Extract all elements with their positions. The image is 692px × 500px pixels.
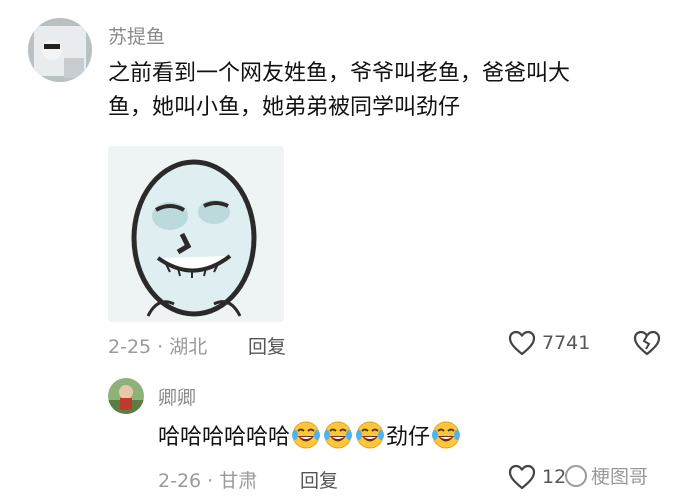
reply-like-count: 12 — [542, 466, 567, 488]
broken-heart-icon — [633, 330, 661, 356]
laughing-crying-emoji-icon — [291, 420, 321, 461]
comment-text: 之前看到一个网友姓鱼，爷爷叫老鱼，爸爸叫大 鱼，她叫小鱼，她弟弟被同学叫劲仔 — [108, 57, 668, 125]
comment-dislike-button[interactable] — [633, 330, 661, 360]
laughing-crying-emoji-icon — [431, 420, 461, 461]
reply-reply-button[interactable]: 回复 — [300, 466, 338, 493]
reply-text-prefix: 哈哈哈哈哈哈 — [158, 425, 291, 450]
reply-date-location: 2-26 · 甘肃 — [158, 470, 258, 492]
laughing-crying-emoji-icon — [323, 420, 353, 461]
meme-sticker-image[interactable] — [108, 146, 284, 322]
comment-reply-button[interactable]: 回复 — [248, 332, 286, 359]
heart-icon — [508, 330, 536, 356]
watermark-text: 梗图哥 — [591, 466, 649, 488]
laughing-crying-emoji-icon — [355, 420, 385, 461]
reply-text-suffix: 劲仔 — [386, 425, 431, 450]
comment-text-line-1: 之前看到一个网友姓鱼，爷爷叫老鱼，爸爸叫大 — [108, 61, 571, 86]
comment-like-count: 7741 — [542, 332, 591, 354]
watermark-logo-icon — [565, 464, 587, 487]
commenter-username[interactable]: 苏提鱼 — [108, 22, 165, 49]
comment-text-line-2: 鱼，她叫小鱼，她弟弟被同学叫劲仔 — [108, 95, 461, 120]
heart-icon — [508, 464, 536, 490]
reply-like-button[interactable]: 12 — [508, 464, 566, 490]
commenter-avatar[interactable] — [28, 18, 92, 82]
reply-text: 哈哈哈哈哈哈 劲仔 — [158, 420, 678, 461]
comment-date-location: 2-25 · 湖北 — [108, 336, 208, 358]
watermark: 梗图哥 — [565, 462, 648, 489]
replier-avatar[interactable] — [108, 378, 144, 414]
comment-like-button[interactable]: 7741 — [508, 330, 590, 356]
replier-username[interactable]: 卿卿 — [158, 383, 196, 410]
